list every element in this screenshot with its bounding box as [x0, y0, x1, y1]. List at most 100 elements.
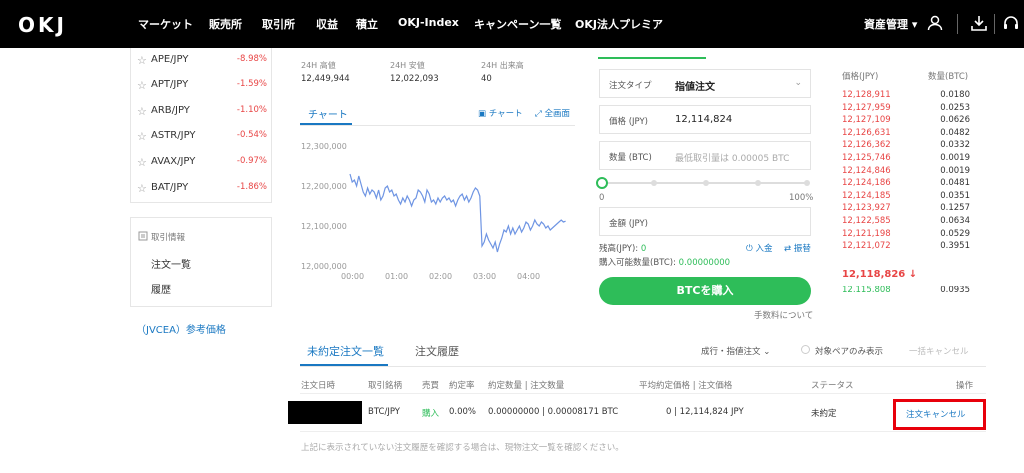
slider-step: [651, 180, 657, 186]
star-icon[interactable]: ☆: [137, 130, 147, 143]
pair-symbol: ARB/JPY: [151, 105, 190, 116]
ask-price[interactable]: 12,126,362: [842, 140, 891, 150]
transfer-icon: ⇄: [784, 244, 792, 254]
y-tick: 12,000,000: [301, 262, 347, 271]
transfer-link[interactable]: ⇄ 振替: [784, 242, 811, 254]
pair-item[interactable]: ☆ BAT/JPY -1.86%: [131, 176, 273, 201]
amount-slider-handle[interactable]: [596, 177, 608, 189]
ask-price[interactable]: 12,124,186: [842, 178, 891, 188]
fullscreen-link-label: 全画面: [544, 109, 571, 119]
pair-filter-radio[interactable]: [801, 345, 810, 354]
pair-symbol: BAT/JPY: [151, 182, 189, 193]
download-icon[interactable]: [970, 14, 988, 32]
pair-item[interactable]: ☆ AVAX/JPY -0.97%: [131, 150, 273, 175]
headset-icon[interactable]: [1002, 14, 1020, 32]
tab-open-orders[interactable]: 未約定注文一覧: [307, 343, 384, 359]
ask-price[interactable]: 12,121,072: [842, 241, 891, 251]
chart-link[interactable]: ▣ チャート: [478, 107, 523, 119]
nav-corporate-premier[interactable]: OKJ法人プレミア: [575, 16, 663, 32]
quantity-input[interactable]: 数量 (BTC) 最低取引量は 0.00005 BTC: [599, 141, 811, 170]
ask-price[interactable]: 12,126,631: [842, 128, 891, 138]
ask-price[interactable]: 12,127,959: [842, 103, 891, 113]
ask-price[interactable]: 12,124,846: [842, 166, 891, 176]
chart-tab[interactable]: チャート: [308, 106, 348, 121]
ask-qty: 0.0180: [940, 90, 970, 100]
col-quantity: 約定数量 | 注文数量: [488, 381, 565, 391]
ask-price[interactable]: 12,121,198: [842, 229, 891, 239]
ask-price[interactable]: 12,127,109: [842, 115, 891, 125]
low-value: 12,022,093: [390, 74, 439, 84]
ask-qty: 0.0481: [940, 178, 970, 189]
nav-savings[interactable]: 積立: [356, 16, 378, 32]
star-icon[interactable]: ☆: [137, 79, 147, 92]
nav-earn[interactable]: 収益: [316, 16, 338, 32]
buy-btc-button[interactable]: BTCを購入: [599, 277, 811, 305]
okj-logo[interactable]: OKJ: [18, 13, 67, 37]
nav-campaigns[interactable]: キャンペーン一覧: [474, 16, 561, 32]
nav-exchange[interactable]: 取引所: [262, 16, 295, 32]
ask-price[interactable]: 12,128,911: [842, 90, 891, 100]
pair-change: -0.97%: [236, 156, 267, 166]
price-input[interactable]: 価格 (JPY) 12,114,824: [599, 105, 811, 134]
user-icon[interactable]: [926, 14, 944, 32]
ask-price[interactable]: 12,122,585: [842, 216, 891, 226]
pair-item[interactable]: ☆ ASTR/JPY -0.54%: [131, 124, 273, 149]
nav-dealer[interactable]: 販売所: [209, 16, 242, 32]
bulk-cancel-button[interactable]: 一括キャンセル: [909, 345, 969, 357]
star-icon[interactable]: ☆: [137, 182, 147, 195]
amount-input[interactable]: 金額 (JPY): [599, 207, 811, 236]
order-type-select[interactable]: 注文タイプ 指値注文 ⌄: [599, 69, 811, 98]
history-link[interactable]: 履歴: [151, 281, 171, 296]
x-tick: 04:00: [517, 272, 541, 281]
x-tick: 02:00: [429, 272, 453, 281]
pair-item[interactable]: ☆ APE/JPY -8.98%: [131, 48, 273, 73]
transfer-label: 振替: [793, 244, 811, 254]
slider-step: [755, 180, 761, 186]
order-list-link[interactable]: 注文一覧: [151, 256, 191, 271]
nav-divider: [994, 14, 995, 34]
available-value: 0.00000000: [678, 258, 731, 268]
buy-tab-indicator: [598, 57, 706, 59]
order-type-value: 指値注文: [675, 82, 715, 93]
pair-symbol: APE/JPY: [151, 54, 189, 65]
bid-qty: 0.0935: [940, 286, 970, 292]
order-filter-select[interactable]: 成行・指値注文 ⌄: [701, 345, 770, 357]
deposit-label: 入金: [755, 244, 773, 254]
nav-okj-index[interactable]: OKJ-Index: [398, 16, 459, 29]
balance-label: 残高(JPY):: [599, 244, 639, 254]
pair-list: ☆ APE/JPY -8.98% ☆ APT/JPY -1.59% ☆ ARB/JPY -1…: [130, 48, 272, 203]
ask-price[interactable]: 12,125,746: [842, 153, 891, 163]
star-icon[interactable]: ☆: [137, 54, 147, 67]
deposit-icon: ⏻: [746, 244, 753, 254]
row-quantity: 0.00000000 | 0.00008171 BTC: [488, 407, 619, 417]
balance-row: 残高(JPY): 0: [599, 242, 646, 254]
cancel-order-button[interactable]: 注文キャンセル: [906, 408, 966, 420]
pair-item[interactable]: ☆ ARB/JPY -1.10%: [131, 99, 273, 124]
pair-item[interactable]: ☆ APT/JPY -1.59%: [131, 73, 273, 98]
fee-link[interactable]: 手数料について: [754, 309, 813, 321]
y-tick: 12,100,000: [301, 222, 347, 231]
asset-menu-label: 資産管理: [864, 18, 908, 31]
col-pair: 取引銘柄: [368, 381, 403, 391]
trade-info-heading: 取引情報: [151, 233, 186, 243]
chart-icon: ▣: [478, 109, 487, 119]
bid-price[interactable]: 12,115,808: [842, 286, 891, 292]
fullscreen-link[interactable]: ⤢ 全画面: [535, 107, 570, 119]
asset-menu[interactable]: 資産管理 ▾: [864, 16, 917, 32]
star-icon[interactable]: ☆: [137, 105, 147, 118]
slider-step: [804, 180, 810, 186]
deposit-link[interactable]: ⏻ 入金: [746, 242, 772, 254]
pair-symbol: APT/JPY: [151, 79, 189, 90]
pair-filter-label[interactable]: 対象ペアのみ表示: [815, 345, 883, 357]
x-tick: 03:00: [473, 272, 497, 281]
last-price: 12,118,826 ↓: [842, 269, 918, 280]
ask-price[interactable]: 12,123,927: [842, 203, 891, 213]
tab-order-history[interactable]: 注文履歴: [415, 343, 459, 359]
jvcea-reference-link[interactable]: （JVCEA）参考価格: [136, 321, 226, 336]
nav-market[interactable]: マーケット: [138, 16, 193, 32]
order-type-label: 注文タイプ: [609, 81, 652, 91]
col-fill-rate: 約定率: [449, 381, 475, 391]
ask-price[interactable]: 12,124,185: [842, 191, 891, 201]
star-icon[interactable]: ☆: [137, 156, 147, 169]
orderbook-qty-header: 数量(BTC): [928, 72, 969, 82]
